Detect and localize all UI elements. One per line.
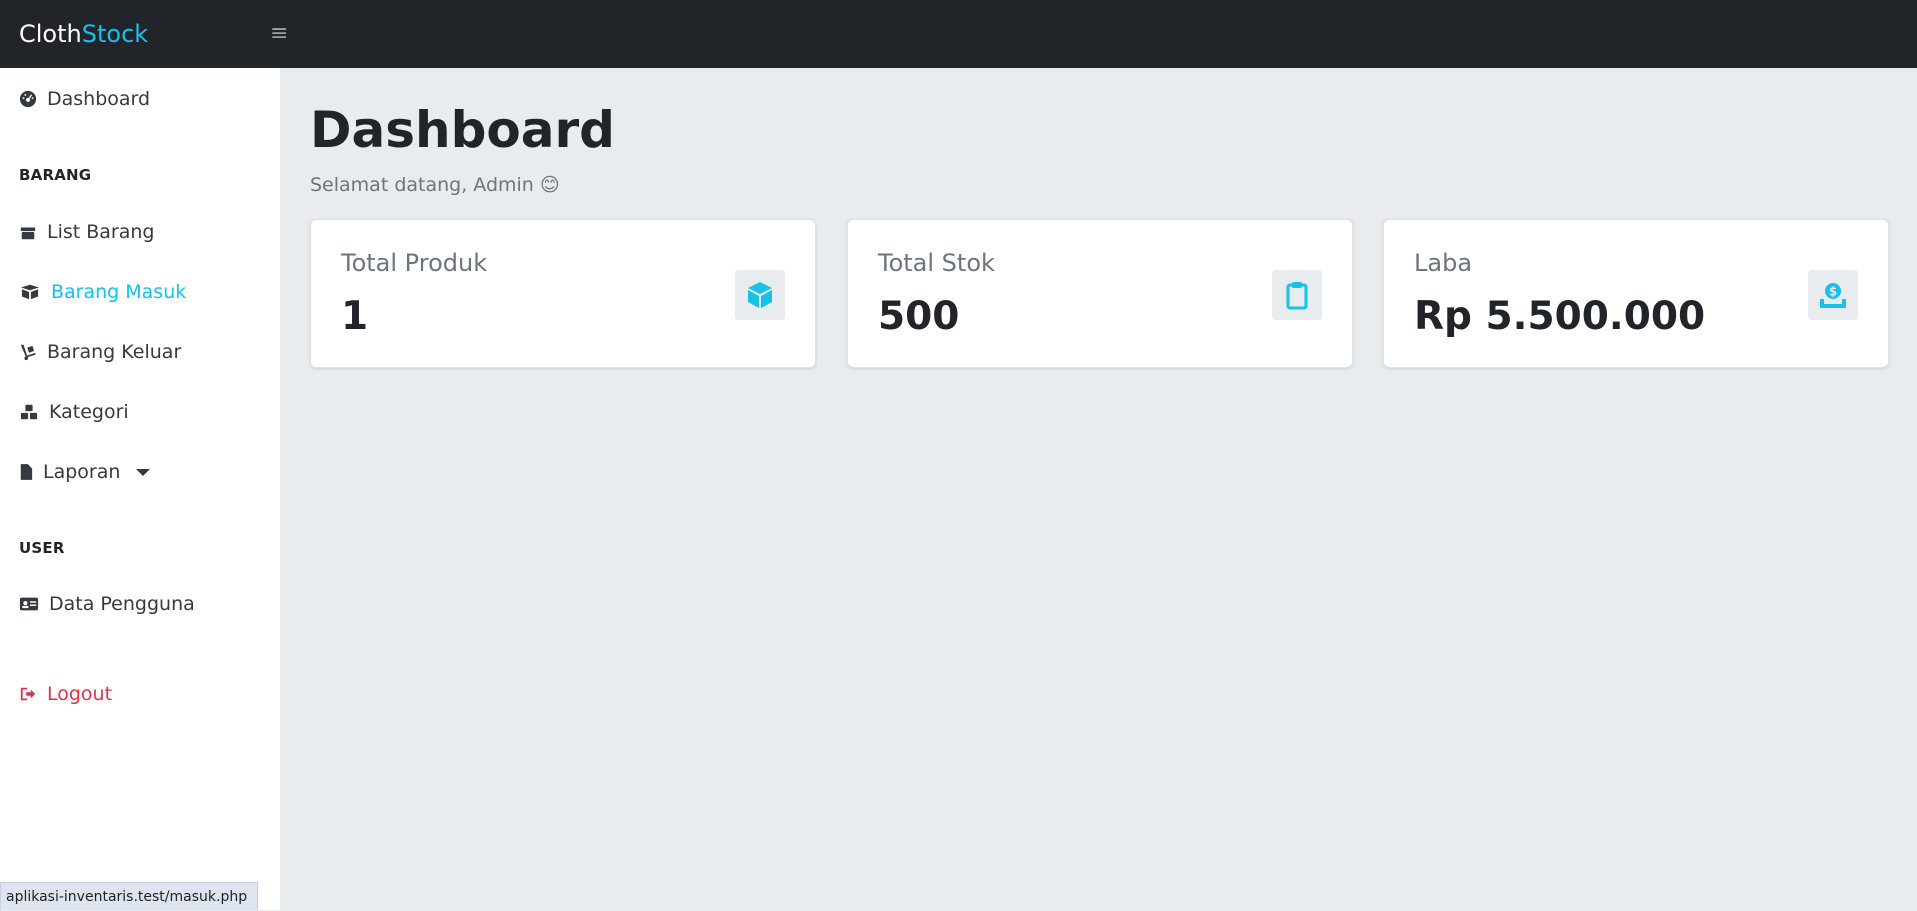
sidebar-item-label: Barang Keluar bbox=[47, 341, 182, 363]
gift-box-icon bbox=[20, 227, 36, 240]
sidebar-item-laporan[interactable]: Laporan bbox=[19, 457, 151, 487]
sidebar-item-label: Kategori bbox=[49, 401, 129, 423]
sidebar-item-barang-masuk[interactable]: Barang Masuk bbox=[19, 277, 186, 307]
money-icon: $ bbox=[1808, 270, 1858, 320]
sidebar-item-label: Barang Masuk bbox=[51, 281, 187, 303]
sidebar-item-label: Dashboard bbox=[47, 88, 151, 110]
sidebar-item-barang-keluar[interactable]: Barang Keluar bbox=[19, 337, 181, 367]
stat-card-total-stok: Total Stok 500 bbox=[847, 219, 1353, 368]
sidebar-item-list-barang[interactable]: List Barang bbox=[19, 217, 155, 247]
file-icon bbox=[20, 464, 33, 480]
sidebar-item-dashboard[interactable]: Dashboard bbox=[19, 84, 150, 114]
open-box-icon bbox=[21, 284, 39, 300]
boxes-icon bbox=[20, 404, 38, 420]
sidebar-item-label: Data Pengguna bbox=[49, 593, 195, 615]
sidebar-item-kategori[interactable]: Kategori bbox=[19, 397, 129, 427]
logout-icon bbox=[20, 687, 36, 701]
card-label: Laba bbox=[1414, 249, 1473, 277]
sidebar-item-label: Laporan bbox=[43, 461, 121, 483]
sidebar-item-label: List Barang bbox=[47, 221, 155, 243]
box-icon bbox=[735, 270, 785, 320]
sidebar-item-label: Logout bbox=[47, 683, 113, 705]
sidebar: Dashboard BARANG List Barang Barang Masu… bbox=[0, 68, 280, 910]
dolly-icon bbox=[20, 344, 36, 361]
card-value: Rp 5.500.000 bbox=[1414, 294, 1706, 339]
top-navbar: ClothStock ≡ bbox=[0, 0, 1917, 68]
svg-text:$: $ bbox=[1829, 285, 1837, 299]
card-label: Total Stok bbox=[878, 249, 995, 277]
welcome-message: Selamat datang, Admin 😊 bbox=[310, 174, 560, 196]
page-title: Dashboard bbox=[310, 101, 615, 159]
sidebar-item-logout[interactable]: Logout bbox=[19, 679, 112, 709]
section-heading-barang: BARANG bbox=[19, 166, 92, 184]
card-value: 500 bbox=[878, 294, 960, 339]
status-bar-url: aplikasi-inventaris.test/masuk.php bbox=[0, 882, 259, 910]
brand-logo[interactable]: ClothStock bbox=[19, 19, 148, 49]
card-value: 1 bbox=[341, 294, 369, 339]
stat-card-laba: Laba Rp 5.500.000 $ bbox=[1383, 219, 1889, 368]
stat-card-total-produk: Total Produk 1 bbox=[310, 219, 816, 368]
section-heading-user: USER bbox=[19, 539, 65, 557]
sidebar-item-data-pengguna[interactable]: Data Pengguna bbox=[19, 589, 195, 619]
brand-name-part1: Cloth bbox=[19, 20, 82, 48]
hamburger-menu-icon[interactable]: ≡ bbox=[270, 22, 290, 46]
card-label: Total Produk bbox=[341, 249, 488, 277]
brand-name-part2: Stock bbox=[81, 20, 149, 48]
chevron-down-icon bbox=[136, 468, 151, 476]
gauge-icon bbox=[19, 90, 37, 108]
clipboard-icon bbox=[1272, 270, 1322, 320]
id-card-icon bbox=[19, 597, 39, 611]
